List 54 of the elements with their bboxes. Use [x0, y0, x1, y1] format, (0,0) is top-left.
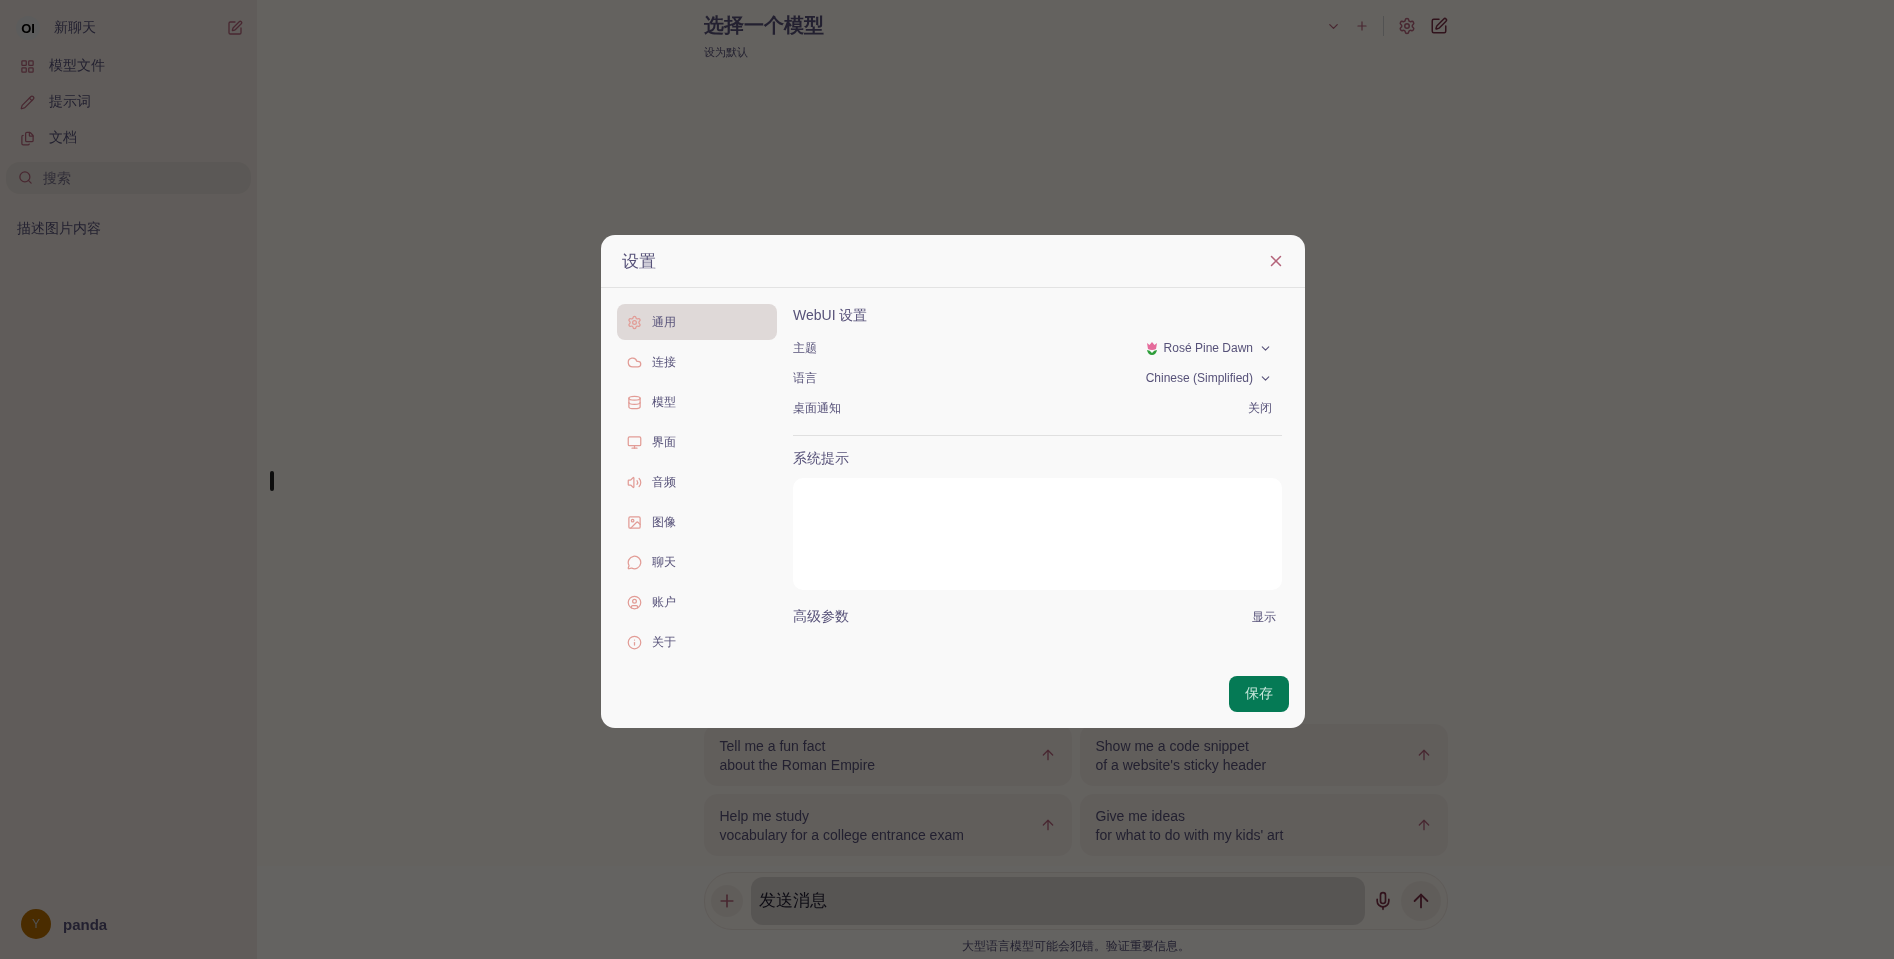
settings-tab[interactable]: 音频: [617, 464, 777, 500]
save-button[interactable]: 保存: [1229, 676, 1289, 712]
settings-tab[interactable]: 模型: [617, 384, 777, 420]
suggestion-subtitle: vocabulary for a college entrance exam: [719, 826, 965, 843]
cloud-icon: [627, 354, 642, 370]
settings-icon[interactable]: [1397, 17, 1416, 35]
settings-tab[interactable]: 图像: [617, 504, 777, 540]
suggestion-title: Show me a code snippet: [1095, 737, 1250, 754]
chat-bubble-icon: [627, 554, 642, 570]
app-logo: OI: [16, 16, 40, 40]
setting-select[interactable]: Chinese (Simplified): [1145, 371, 1282, 385]
send-button[interactable]: [1400, 881, 1441, 921]
suggestion-title: Give me ideas: [1095, 807, 1186, 824]
suggestion-title: Tell me a fun fact: [719, 737, 827, 754]
setting-select[interactable]: Rosé Pine Dawn: [1145, 341, 1282, 355]
new-chat-icon[interactable]: [227, 20, 243, 36]
documents-icon: [20, 130, 35, 146]
add-button[interactable]: [710, 885, 743, 917]
suggestion-subtitle: for what to do with my kids' art: [1095, 826, 1285, 843]
settings-tab[interactable]: 界面: [617, 424, 777, 460]
speaker-icon: [627, 474, 642, 490]
show-toggle[interactable]: 显示: [1252, 608, 1282, 626]
new-chat-icon[interactable]: [1429, 17, 1448, 35]
database-icon: [627, 394, 642, 410]
settings-tab[interactable]: 账户: [617, 584, 777, 620]
setting-label: 桌面通知: [793, 399, 841, 417]
settings-tab[interactable]: 通用: [617, 304, 777, 340]
setting-label: 语言: [793, 369, 817, 387]
system-prompt-label: 系统提示: [793, 450, 850, 468]
settings-tab[interactable]: 聊天: [617, 544, 777, 580]
monitor-icon: [627, 434, 642, 450]
grid-icon: [20, 58, 35, 74]
settings-tab[interactable]: 关于: [617, 624, 777, 660]
setting-toggle[interactable]: 关闭: [1248, 399, 1282, 417]
user-name: panda: [63, 915, 108, 933]
setting-label: 主题: [793, 339, 817, 357]
flower-icon: [1145, 341, 1158, 355]
disclaimer-text: 大型语言模型可能会犯错。验证重要信息。: [961, 938, 1190, 955]
settings-tab[interactable]: 连接: [617, 344, 777, 380]
user-circle-icon: [627, 594, 642, 610]
suggestion-subtitle: of a website's sticky header: [1095, 756, 1268, 773]
message-input[interactable]: 发送消息: [750, 877, 1365, 925]
image-icon: [627, 514, 642, 530]
section-title: WebUI 设置: [793, 307, 869, 325]
suggestion-subtitle: about the Roman Empire: [719, 756, 877, 773]
search-icon: [18, 170, 33, 185]
gear-icon: [627, 314, 642, 330]
sidebar-handle[interactable]: [270, 471, 274, 491]
info-icon: [627, 634, 642, 650]
plus-icon[interactable]: [1354, 19, 1369, 33]
suggestion-title: Help me study: [719, 807, 810, 824]
dialog-title: 设置: [622, 250, 656, 273]
pencil-icon: [20, 94, 35, 110]
advanced-params-label: 高级参数: [793, 608, 849, 626]
